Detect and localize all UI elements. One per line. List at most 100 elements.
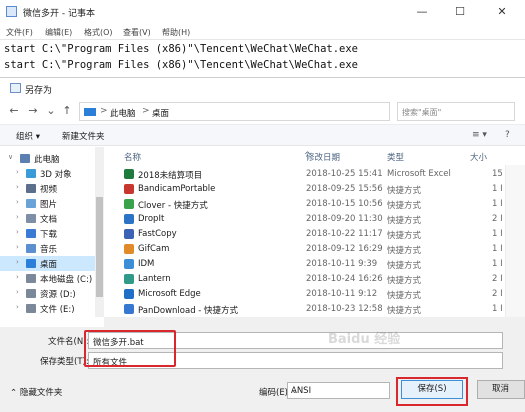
save-as-dialog: 另存为 ← → ⌄ ↑ > 此电脑 > 桌面 ⌄ ↻ 搜索"桌面" 组织 ▾ 新…	[0, 77, 525, 412]
filetype-value: 所有文件	[93, 358, 128, 368]
sidebar-item-drive-e[interactable]: › 文件 (E:)	[0, 301, 95, 316]
expand-chevron-icon[interactable]: ∨	[8, 153, 13, 161]
file-icon	[124, 304, 134, 314]
file-type: 快捷方式	[387, 231, 422, 241]
expand-chevron-icon[interactable]: ›	[16, 243, 19, 251]
cube-icon	[26, 169, 36, 178]
maximize-button[interactable]: ☐	[445, 3, 475, 20]
editor-line: start C:\"Program Files (x86)"\Tencent\W…	[4, 43, 359, 55]
sidebar-item-music[interactable]: › 音乐	[0, 241, 95, 256]
sidebar-item-videos[interactable]: › 视频	[0, 181, 95, 196]
file-type: Microsoft Excel	[387, 169, 451, 179]
file-list-scrollbar[interactable]	[505, 165, 525, 317]
column-type[interactable]: 类型	[387, 151, 404, 163]
file-type: 快捷方式	[387, 306, 422, 316]
save-fields: 文件名(N): 微信多开.bat 保存类型(T): 所有文件	[0, 327, 525, 379]
file-row[interactable]: GifCam 2018-09-12 16:29 快捷方式 1 I	[104, 242, 525, 257]
file-date: 2018-09-20 11:30	[306, 214, 383, 224]
file-type: 快捷方式	[387, 261, 422, 271]
filename-input[interactable]: 微信多开.bat	[88, 332, 503, 349]
menu-file[interactable]: 文件(F)	[6, 27, 33, 38]
sidebar-item-documents[interactable]: › 文档	[0, 211, 95, 226]
file-row[interactable]: FastCopy 2018-10-22 11:17 快捷方式 1 I	[104, 227, 525, 242]
file-date: 2018-10-11 9:39	[306, 259, 378, 269]
cancel-button[interactable]: 取消	[477, 380, 525, 399]
sidebar-item-label: 本地磁盘 (C:)	[40, 275, 93, 285]
hide-folders-button[interactable]: ⌃ 隐藏文件夹	[10, 386, 62, 398]
sidebar-scrollbar[interactable]	[95, 147, 104, 317]
new-folder-button[interactable]: 新建文件夹	[62, 130, 105, 142]
sidebar-item-drive-d[interactable]: › 资源 (D:)	[0, 286, 95, 301]
sidebar-item-label: 视频	[40, 185, 58, 195]
minimize-button[interactable]: —	[407, 3, 437, 20]
file-row[interactable]: Lantern 2018-10-24 16:26 快捷方式 2 I	[104, 272, 525, 287]
forward-arrow-icon[interactable]: →	[27, 105, 39, 117]
expand-chevron-icon[interactable]: ›	[16, 168, 19, 176]
view-options-icon[interactable]: ≡ ▾	[472, 130, 487, 140]
sidebar-item-label: 资源 (D:)	[40, 290, 76, 300]
computer-icon	[20, 154, 30, 163]
file-row[interactable]: BandicamPortable 2018-09-25 15:56 快捷方式 1 I	[104, 182, 525, 197]
menu-edit[interactable]: 编辑(E)	[45, 27, 72, 38]
expand-chevron-icon[interactable]: ›	[16, 183, 19, 191]
breadcrumb-desktop[interactable]: 桌面	[152, 107, 169, 119]
menu-help[interactable]: 帮助(H)	[162, 27, 190, 38]
breadcrumb-this-pc[interactable]: 此电脑	[110, 107, 136, 119]
column-size[interactable]: 大小	[470, 151, 487, 163]
column-date[interactable]: 修改日期	[306, 151, 340, 163]
search-placeholder: 搜索"桌面"	[402, 108, 442, 117]
back-arrow-icon[interactable]: ←	[8, 105, 20, 117]
filetype-select[interactable]: 所有文件	[88, 352, 503, 369]
editor-line: start C:\"Program Files (x86)"\Tencent\W…	[4, 59, 359, 71]
file-icon	[124, 259, 134, 269]
file-type: 快捷方式	[387, 246, 422, 256]
scrollbar-thumb[interactable]	[96, 197, 103, 297]
sidebar-item-3d-objects[interactable]: › 3D 对象	[0, 166, 95, 181]
history-chevron-icon[interactable]: ⌄	[45, 105, 57, 117]
sidebar-item-desktop[interactable]: › 桌面	[0, 256, 95, 271]
close-button[interactable]: ✕	[487, 3, 517, 20]
notepad-editor[interactable]: start C:\"Program Files (x86)"\Tencent\W…	[4, 41, 525, 77]
help-icon[interactable]: ?	[505, 130, 510, 140]
file-name: PanDownload - 快捷方式	[138, 306, 239, 316]
search-input[interactable]: 搜索"桌面"	[397, 102, 515, 121]
navigation-pane: ∨ 此电脑 › 3D 对象 › 视频 › 图片 › 文档 › 下载 › 音乐 ›…	[0, 147, 95, 317]
save-button[interactable]: 保存(S)	[401, 380, 463, 399]
expand-chevron-icon[interactable]: ›	[16, 273, 19, 281]
file-name: 2018未结算项目	[138, 171, 203, 181]
file-list-header: ^ 名称 修改日期 类型 大小	[104, 147, 525, 165]
file-name: Microsoft Edge	[138, 289, 201, 299]
expand-chevron-icon[interactable]: ›	[16, 258, 19, 266]
file-row[interactable]: PanDownload - 快捷方式 2018-10-23 12:58 快捷方式 1 …	[104, 302, 525, 317]
file-row[interactable]: IDM 2018-10-11 9:39 快捷方式 1 I	[104, 257, 525, 272]
sidebar-item-drive-c[interactable]: › 本地磁盘 (C:)	[0, 271, 95, 286]
column-name[interactable]: 名称	[124, 151, 141, 163]
expand-chevron-icon[interactable]: ›	[16, 288, 19, 296]
expand-chevron-icon[interactable]: ›	[16, 198, 19, 206]
sidebar-item-label: 文档	[40, 215, 58, 225]
menu-format[interactable]: 格式(O)	[84, 27, 113, 38]
file-row[interactable]: DropIt 2018-09-20 11:30 快捷方式 2 I	[104, 212, 525, 227]
dialog-titlebar: 另存为	[0, 78, 525, 98]
horizontal-scrollbar[interactable]	[104, 317, 525, 327]
file-row[interactable]: 2018未结算项目 2018-10-25 15:41 Microsoft Excel…	[104, 167, 525, 182]
expand-chevron-icon[interactable]: ›	[16, 303, 19, 311]
organize-button[interactable]: 组织 ▾	[16, 130, 40, 142]
file-name: GifCam	[138, 244, 170, 254]
file-row[interactable]: Clover - 快捷方式 2018-10-15 10:56 快捷方式 1 I	[104, 197, 525, 212]
file-date: 2018-09-12 16:29	[306, 244, 383, 254]
expand-chevron-icon[interactable]: ›	[16, 213, 19, 221]
file-row[interactable]: Microsoft Edge 2018-10-11 9:12 快捷方式 2 I	[104, 287, 525, 302]
expand-chevron-icon[interactable]: ›	[16, 228, 19, 236]
up-arrow-icon[interactable]: ↑	[61, 105, 73, 117]
sidebar-item-this-pc[interactable]: ∨ 此电脑	[0, 151, 95, 166]
file-size: 1 I	[492, 184, 503, 194]
sidebar-item-downloads[interactable]: › 下载	[0, 226, 95, 241]
file-size: 1 I	[492, 304, 503, 314]
address-bar[interactable]: > 此电脑 > 桌面 ⌄ ↻	[79, 102, 461, 121]
menu-view[interactable]: 查看(V)	[123, 27, 151, 38]
file-size: 2 I	[492, 274, 503, 284]
file-date: 2018-10-23 12:58	[306, 304, 383, 314]
encoding-select[interactable]: ANSI ⌄	[287, 382, 390, 399]
sidebar-item-pictures[interactable]: › 图片	[0, 196, 95, 211]
